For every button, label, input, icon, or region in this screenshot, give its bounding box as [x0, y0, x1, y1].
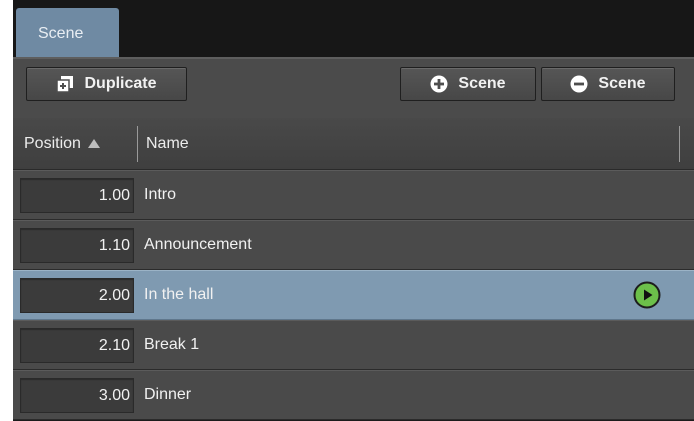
scene-name: In the hall: [144, 286, 214, 303]
remove-scene-label: Scene: [598, 75, 646, 92]
minus-circle-icon: [570, 75, 588, 93]
play-icon[interactable]: [633, 281, 661, 309]
duplicate-label: Duplicate: [84, 75, 157, 92]
column-header-position[interactable]: Position: [13, 118, 137, 170]
scene-name: Dinner: [144, 386, 192, 403]
tab-strip: Scene: [13, 0, 694, 57]
table-row[interactable]: 3.00 Dinner: [13, 370, 694, 420]
table-row-selected[interactable]: 2.00 In the hall: [13, 270, 694, 320]
column-divider-end[interactable]: [679, 126, 680, 162]
tab-scene[interactable]: Scene: [16, 8, 119, 57]
plus-circle-icon: [430, 75, 448, 93]
sort-ascending-icon: [87, 138, 100, 148]
column-header-name[interactable]: Name: [146, 118, 189, 170]
scene-name: Break 1: [144, 336, 200, 353]
duplicate-icon: [56, 75, 74, 93]
add-scene-button[interactable]: Scene: [400, 67, 536, 101]
column-header-position-label: Position: [24, 135, 81, 152]
scene-name: Announcement: [144, 236, 252, 253]
position-field[interactable]: 1.00: [20, 178, 134, 213]
add-scene-label: Scene: [458, 75, 506, 92]
scene-name: Intro: [144, 186, 177, 203]
position-field[interactable]: 1.10: [20, 228, 134, 263]
duplicate-button[interactable]: Duplicate: [26, 67, 187, 101]
position-field[interactable]: 2.00: [20, 278, 134, 313]
table-row[interactable]: 1.00 Intro: [13, 170, 694, 220]
column-divider[interactable]: [137, 126, 138, 162]
table-row[interactable]: 2.10 Break 1: [13, 320, 694, 370]
scene-list: 1.00 Intro 1.10 Announcement 2.00 In the…: [13, 170, 694, 420]
table-row[interactable]: 1.10 Announcement: [13, 220, 694, 270]
table-header: Position Name: [13, 118, 694, 170]
scene-panel: Scene Duplicate Scene Scene Position Nam…: [13, 0, 694, 421]
column-header-name-label: Name: [146, 135, 189, 152]
position-field[interactable]: 3.00: [20, 378, 134, 413]
toolbar: Duplicate Scene Scene: [13, 57, 694, 118]
position-field[interactable]: 2.10: [20, 328, 134, 363]
remove-scene-button[interactable]: Scene: [541, 67, 675, 101]
